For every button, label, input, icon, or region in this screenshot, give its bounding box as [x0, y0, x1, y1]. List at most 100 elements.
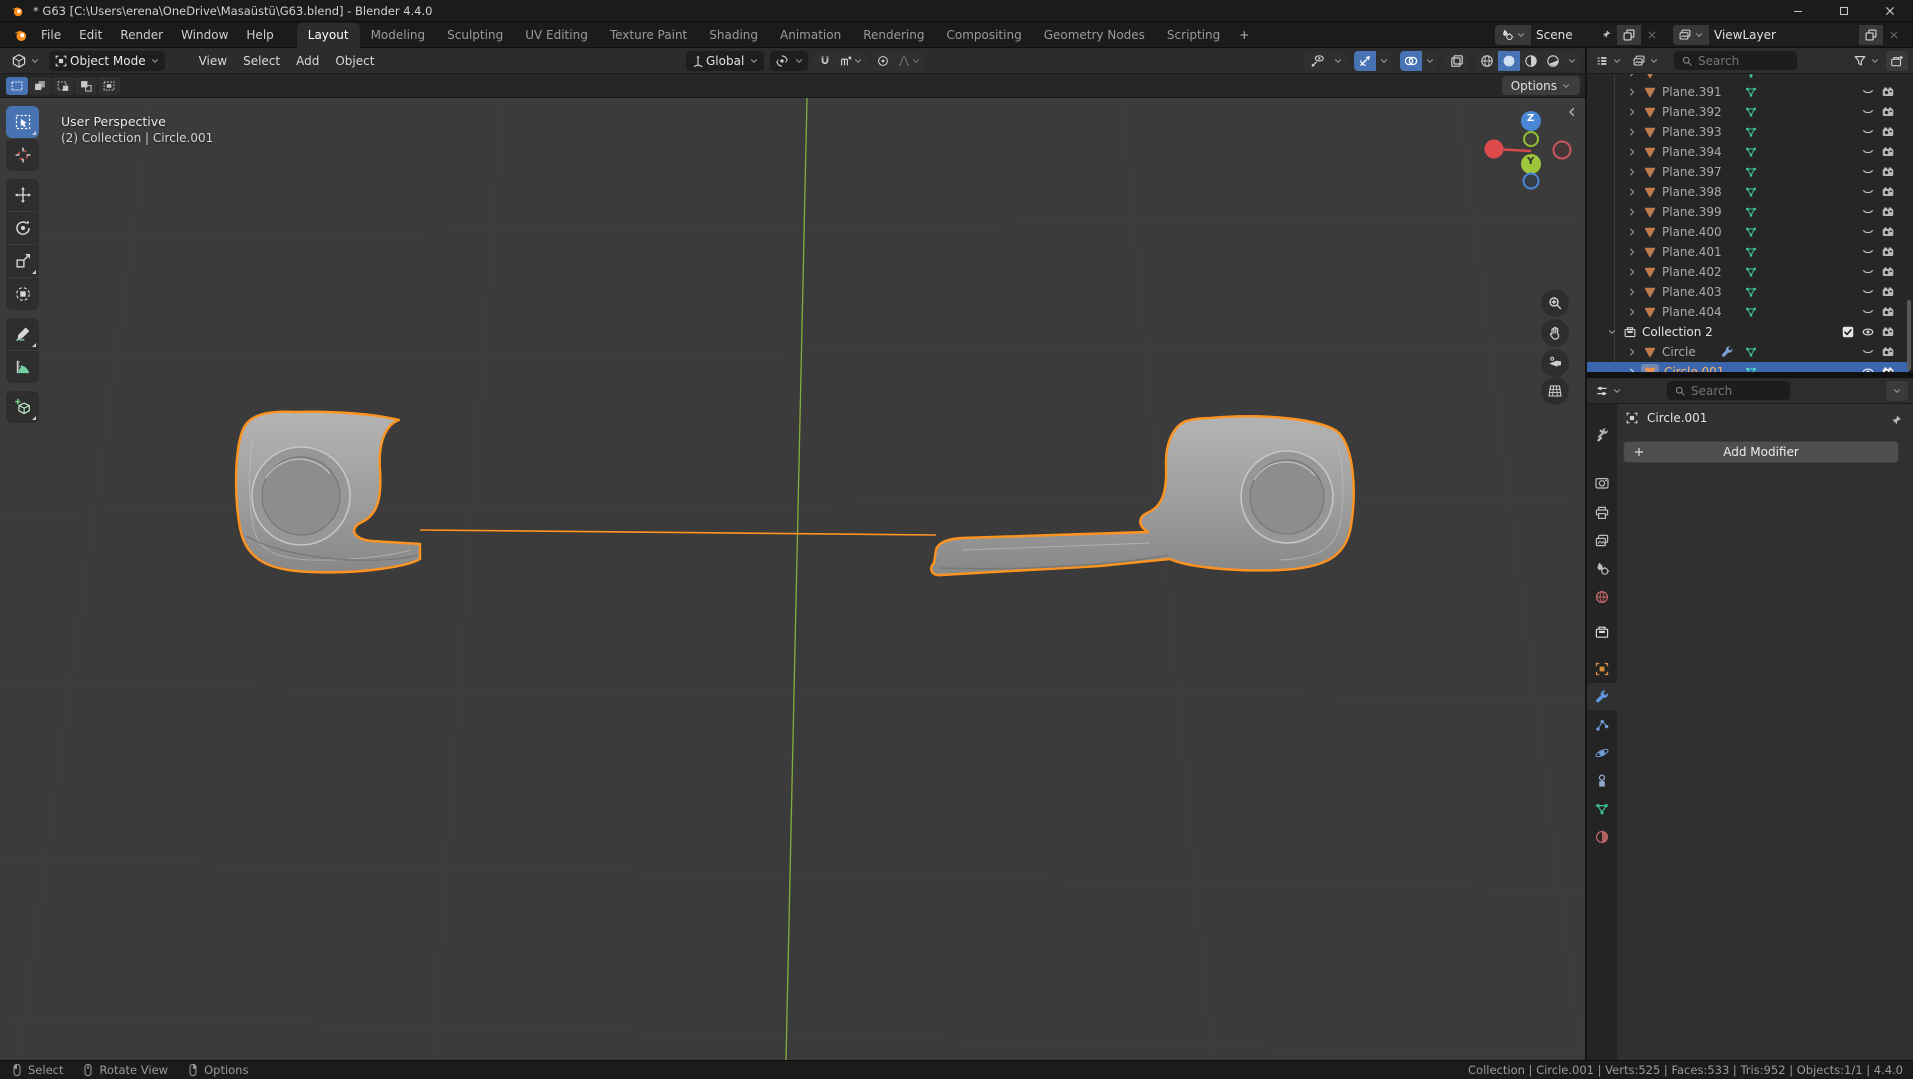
- tab-world[interactable]: [1587, 583, 1617, 610]
- wireframe-shading-button[interactable]: [1476, 51, 1498, 71]
- display-mode-dropdown[interactable]: [1592, 51, 1625, 71]
- menu-file[interactable]: File: [32, 22, 70, 48]
- tab-particles[interactable]: [1587, 711, 1617, 738]
- outliner-row[interactable]: Plane.402: [1587, 262, 1909, 282]
- workspace-tab-scripting[interactable]: Scripting: [1156, 23, 1231, 48]
- hide-in-viewport-icon[interactable]: [1861, 285, 1875, 299]
- pin-icon[interactable]: [1600, 29, 1612, 41]
- disable-in-renders-icon[interactable]: [1881, 105, 1895, 119]
- chevron-down-icon[interactable]: [1425, 56, 1435, 66]
- disable-in-renders-icon[interactable]: [1881, 265, 1895, 279]
- viewlayer-name-field[interactable]: ViewLayer: [1709, 25, 1859, 45]
- mode-selector[interactable]: Object Mode: [49, 51, 165, 71]
- menu-render[interactable]: Render: [111, 22, 172, 48]
- expand-chevron-icon[interactable]: [1627, 247, 1637, 257]
- menu-help[interactable]: Help: [237, 22, 282, 48]
- show-gizmo-toggle[interactable]: [1354, 51, 1376, 71]
- bumper-left-piece[interactable]: [236, 412, 420, 573]
- collection-checkbox-icon[interactable]: [1841, 325, 1855, 339]
- chevron-down-icon[interactable]: [1567, 56, 1577, 66]
- transform-orientation-selector[interactable]: Global: [686, 51, 764, 71]
- new-collection-button[interactable]: [1886, 51, 1908, 71]
- tab-collection[interactable]: [1587, 618, 1617, 645]
- hide-in-viewport-icon[interactable]: [1861, 345, 1875, 359]
- expand-chevron-icon[interactable]: [1627, 347, 1637, 357]
- menu-add[interactable]: Add: [288, 48, 327, 74]
- select-mode-set-button[interactable]: [6, 77, 28, 95]
- disable-in-renders-icon[interactable]: [1881, 345, 1895, 359]
- disable-in-renders-icon[interactable]: [1881, 245, 1895, 259]
- gizmo-neg-z-axis[interactable]: [1524, 174, 1539, 189]
- gizmo-neg-y-axis[interactable]: [1524, 132, 1538, 146]
- disable-in-renders-icon[interactable]: [1881, 225, 1895, 239]
- material-preview-button[interactable]: [1520, 51, 1542, 71]
- properties-options-dropdown[interactable]: [1886, 381, 1908, 401]
- snap-toggle[interactable]: [814, 51, 836, 71]
- remove-viewlayer-button[interactable]: [1883, 25, 1905, 45]
- rendered-shading-button[interactable]: [1542, 51, 1564, 71]
- select-box-tool[interactable]: [6, 106, 39, 138]
- hide-in-viewport-icon[interactable]: [1861, 105, 1875, 119]
- outliner-row[interactable]: Circle: [1587, 342, 1909, 362]
- workspace-tab-shading[interactable]: Shading: [698, 23, 769, 48]
- camera-view-button[interactable]: [1541, 349, 1569, 377]
- outliner-row[interactable]: Plane.399: [1587, 202, 1909, 222]
- menu-window[interactable]: Window: [172, 22, 237, 48]
- menu-object[interactable]: Object: [327, 48, 382, 74]
- outliner-row-active[interactable]: Circle.001: [1587, 362, 1909, 373]
- pin-id-button[interactable]: [1889, 413, 1903, 428]
- hide-in-viewport-icon[interactable]: [1861, 125, 1875, 139]
- outliner-row[interactable]: Plane.404: [1587, 302, 1909, 322]
- hide-in-viewport-icon[interactable]: [1861, 205, 1875, 219]
- expand-chevron-icon[interactable]: [1627, 167, 1637, 177]
- scene-name-field[interactable]: Scene: [1531, 25, 1617, 45]
- minimize-button[interactable]: [1775, 0, 1821, 22]
- expand-chevron-icon[interactable]: [1627, 367, 1637, 373]
- disable-in-renders-icon[interactable]: [1881, 185, 1895, 199]
- disable-in-renders-icon[interactable]: [1881, 145, 1895, 159]
- new-viewlayer-button[interactable]: [1859, 25, 1883, 45]
- gizmo-x-axis[interactable]: [1485, 140, 1504, 159]
- hide-in-viewport-icon[interactable]: [1861, 305, 1875, 319]
- tab-constraints[interactable]: [1587, 767, 1617, 794]
- pan-button[interactable]: [1541, 319, 1569, 347]
- tab-material[interactable]: [1587, 823, 1617, 850]
- transform-tool[interactable]: [6, 278, 39, 310]
- hide-in-viewport-icon[interactable]: [1861, 185, 1875, 199]
- close-button[interactable]: [1867, 0, 1913, 22]
- object-visibility-dropdown[interactable]: [1304, 51, 1346, 71]
- cursor-tool[interactable]: [6, 139, 39, 171]
- outliner-row[interactable]: Plane.391: [1587, 82, 1909, 102]
- outliner-row[interactable]: Plane.394: [1587, 142, 1909, 162]
- workspace-tab-compositing[interactable]: Compositing: [935, 23, 1032, 48]
- disable-in-renders-icon[interactable]: [1881, 125, 1895, 139]
- expand-chevron-icon[interactable]: [1627, 187, 1637, 197]
- disable-in-renders-icon[interactable]: [1881, 85, 1895, 99]
- viewlayer-browse-button[interactable]: [1673, 25, 1709, 45]
- blender-app-menu-button[interactable]: [8, 25, 32, 45]
- chevron-down-icon[interactable]: [1379, 56, 1389, 66]
- outliner-row[interactable]: Plane.403: [1587, 282, 1909, 302]
- workspace-tab-uv-editing[interactable]: UV Editing: [514, 23, 599, 48]
- new-scene-button[interactable]: [1617, 25, 1641, 45]
- collapse-chevron-icon[interactable]: [1607, 327, 1617, 337]
- xray-toggle[interactable]: [1446, 51, 1468, 71]
- workspace-tab-geometry-nodes[interactable]: Geometry Nodes: [1033, 23, 1156, 48]
- editor-type-button[interactable]: [6, 51, 45, 71]
- outliner-row[interactable]: Plane.400: [1587, 222, 1909, 242]
- properties-search[interactable]: [1667, 381, 1790, 400]
- outliner-search[interactable]: [1674, 51, 1797, 70]
- select-mode-extend-button[interactable]: [29, 77, 51, 95]
- disable-in-renders-icon[interactable]: [1881, 325, 1895, 339]
- outliner-row[interactable]: Plane.397: [1587, 162, 1909, 182]
- tab-modifiers[interactable]: [1587, 683, 1617, 710]
- proportional-edit-toggle[interactable]: [872, 51, 894, 71]
- expand-chevron-icon[interactable]: [1627, 87, 1637, 97]
- outliner-row[interactable]: Plane.401: [1587, 242, 1909, 262]
- expand-chevron-icon[interactable]: [1627, 107, 1637, 117]
- annotate-tool[interactable]: [6, 318, 39, 350]
- measure-tool[interactable]: [6, 351, 39, 383]
- hide-in-viewport-icon[interactable]: [1861, 145, 1875, 159]
- tab-scene[interactable]: [1587, 555, 1617, 582]
- workspace-tab-sculpting[interactable]: Sculpting: [436, 23, 514, 48]
